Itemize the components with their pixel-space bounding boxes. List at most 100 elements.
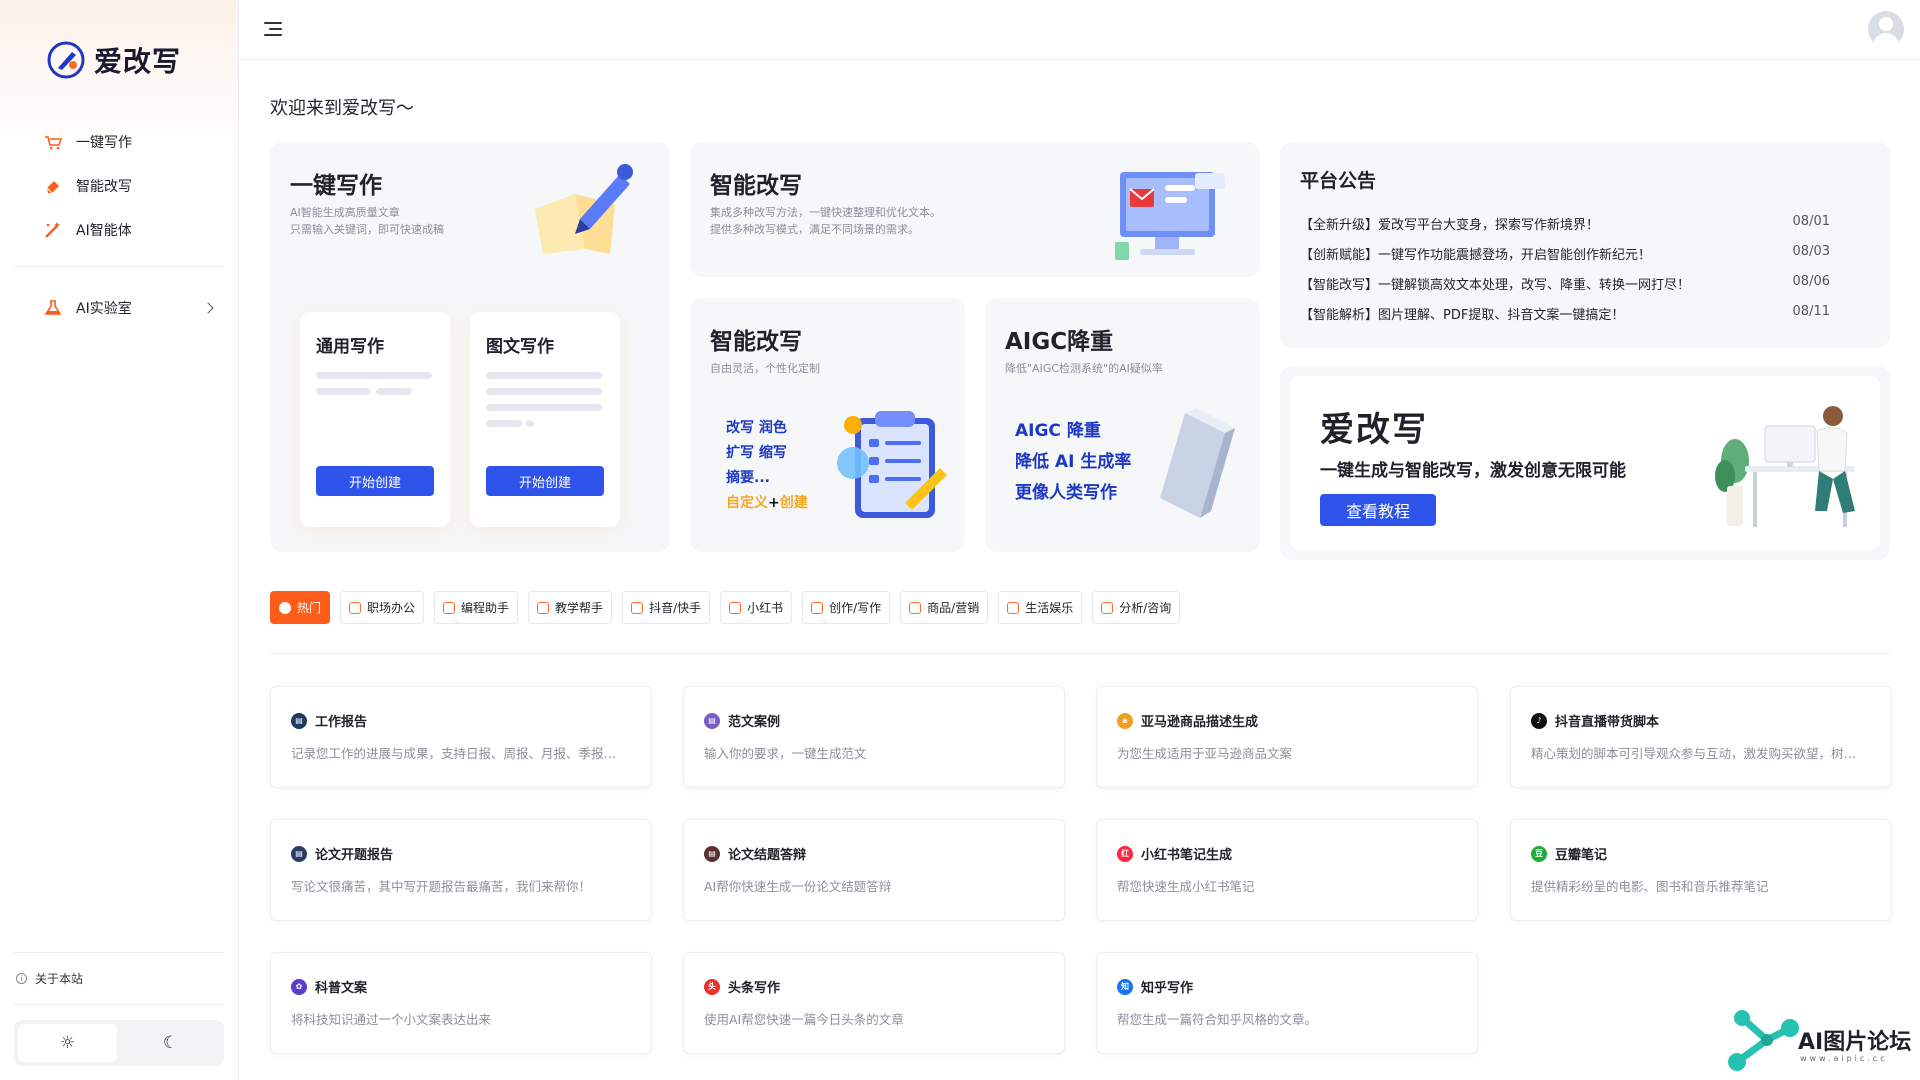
tool-card-header: a 亚马逊商品描述生成 <box>1117 711 1258 730</box>
tool-card[interactable]: ▤ 范文案例 输入你的要求，一键生成范文 <box>683 686 1065 788</box>
tool-title: 论文结题答辩 <box>728 848 807 863</box>
edit-board-icon <box>537 601 550 614</box>
network-logo-icon <box>1728 1010 1799 1071</box>
tool-icon: ▤ <box>704 845 720 862</box>
tool-icon: 头 <box>704 978 720 995</box>
graphic-write-card[interactable]: 图文写作 开始创建 <box>470 312 620 527</box>
tool-desc: 使用AI帮您快速一篇今日头条的文章 <box>704 1012 904 1027</box>
logo-pen-icon <box>47 41 85 79</box>
notice-item[interactable]: 【全新升级】爱改写平台大变身，探索写作新境界！ 08/01 <box>1300 214 1830 233</box>
book-pen-illustration-icon <box>535 164 633 254</box>
sidebar-item-one-click-write[interactable]: 一键写作 <box>14 120 224 164</box>
tool-title: 工作报告 <box>315 715 368 730</box>
tool-desc: 帮您生成一篇符合知乎风格的文章。 <box>1117 1012 1318 1027</box>
card-desc: 集成多种改写方法，一键快速整理和优化文本。 提供多种改写模式，满足不同场景的需求… <box>710 206 941 236</box>
promo-subtitle: 一键生成与智能改写，激发创意无限可能 <box>1320 461 1626 481</box>
smart-rewrite-banner-card[interactable]: 智能改写 集成多种改写方法，一键快速整理和优化文本。 提供多种改写模式，满足不同… <box>690 142 1260 277</box>
tool-card[interactable]: 知知乎写作 帮您生成一篇符合知乎风格的文章。 <box>1096 952 1478 1054</box>
cart-pen-icon <box>45 136 62 150</box>
sidebar-item-ai-lab[interactable]: AI实验室 <box>14 286 224 330</box>
tool-card-header: ♪ 抖音直播带货脚本 <box>1531 711 1659 730</box>
logo[interactable]: 爱改写 <box>46 40 181 80</box>
tool-card-header: ▤ 工作报告 <box>291 711 367 730</box>
sidebar-item-smart-rewrite[interactable]: 智能改写 <box>14 164 224 208</box>
tool-desc: 帮您快速生成小红书笔记 <box>1117 879 1255 894</box>
tool-icon: 豆 <box>1531 845 1547 862</box>
tool-icon: ▤ <box>291 712 307 729</box>
sidebar-item-label: AI智能体 <box>76 223 132 239</box>
tab-xiaohongshu[interactable]: 小红书 <box>720 591 793 624</box>
tool-card[interactable]: a 亚马逊商品描述生成为您生成适用于亚马逊商品文案 <box>1096 686 1478 788</box>
sidebar-item-label: 智能改写 <box>76 179 132 195</box>
tool-card[interactable]: 豆豆瓣笔记 提供精彩纷呈的电影、图书和音乐推荐笔记 <box>1510 819 1892 921</box>
tab-office[interactable]: 职场办公 <box>340 591 425 624</box>
logo-text: 爱改写 <box>94 45 182 78</box>
eraser-icon <box>46 181 59 194</box>
menu-collapse-icon[interactable] <box>264 21 282 37</box>
ticket-icon <box>1007 601 1020 614</box>
notice-item[interactable]: 【智能解析】图片理解、PDF提取、抖音文案一键搞定！ 08/11 <box>1300 304 1830 323</box>
tab-analysis[interactable]: 分析/咨询 <box>1092 591 1181 624</box>
tool-card[interactable]: ✿ 科普文案 将科技知识通过一个小文案表达出来 <box>270 952 652 1054</box>
start-create-button[interactable]: 开始创建 <box>486 466 604 496</box>
sidebar-nav: 一键写作 智能改写 AI智能体 <box>14 120 224 252</box>
tab-douyin[interactable]: 抖音/快手 <box>622 591 711 624</box>
view-tutorial-button[interactable]: 查看教程 <box>1320 494 1436 526</box>
sidebar-item-ai-agent[interactable]: AI智能体 <box>14 208 224 252</box>
card-title: 智能改写 <box>710 173 802 199</box>
chart-icon <box>349 601 362 614</box>
divider <box>14 266 224 267</box>
tool-card-header: ▤ 论文结题答辩 <box>704 844 806 863</box>
top-header <box>240 0 1920 60</box>
tool-title: 豆瓣笔记 <box>1555 848 1608 863</box>
bar-chart-icon <box>1101 601 1114 614</box>
moon-icon: ☾ <box>162 1033 179 1053</box>
xiaohongshu-icon <box>729 601 742 614</box>
about-link[interactable]: i 关于本站 <box>14 966 224 990</box>
magic-wand-icon <box>45 222 60 238</box>
flask-icon <box>44 300 62 315</box>
sidebar-item-label: AI实验室 <box>76 301 132 317</box>
tab-lifestyle[interactable]: 生活娱乐 <box>998 591 1083 624</box>
tool-card[interactable]: ▤ 工作报告 记录您工作的进展与成果，支持日报、周报、月报、季报… <box>270 686 652 788</box>
tool-desc: 精心策划的脚本可引导观众参与互动，激发购买欲望，树… <box>1531 746 1857 761</box>
promo-card: 爱改写 一键生成与智能改写，激发创意无限可能 查看教程 <box>1280 366 1890 560</box>
tool-desc: 为您生成适用于亚马逊商品文案 <box>1117 746 1293 761</box>
tool-card[interactable]: ▤ 论文结题答辩 AI帮你快速生成一份论文结题答辩 <box>683 819 1065 921</box>
theme-switcher: ☼ ☾ <box>14 1020 224 1066</box>
tool-card[interactable]: ♪ 抖音直播带货脚本精心策划的脚本可引导观众参与互动，激发购买欲望，树… <box>1510 686 1892 788</box>
tool-card[interactable]: 头头条写作 使用AI帮您快速一篇今日头条的文章 <box>683 952 1065 1054</box>
about-label: 关于本站 <box>35 971 84 986</box>
page-title: 欢迎来到爱改写～ <box>270 98 414 119</box>
pen-circle-icon <box>811 601 824 614</box>
general-write-card[interactable]: 通用写作 开始创建 <box>300 312 450 527</box>
tool-title: 亚马逊商品描述生成 <box>1141 715 1259 730</box>
promo-title: 爱改写 <box>1320 410 1428 450</box>
tool-card[interactable]: ▤ 论文开题报告 写论文很痛苦，其中写开题报告最痛苦，我们来帮你！ <box>270 819 652 921</box>
tool-title: 知乎写作 <box>1141 981 1194 996</box>
tool-card-header: ▤ 论文开题报告 <box>291 844 393 863</box>
tool-desc: 将科技知识通过一个小文案表达出来 <box>291 1012 492 1027</box>
tab-marketing[interactable]: 商品/营销 <box>900 591 989 624</box>
avatar[interactable] <box>1868 11 1904 47</box>
sidebar: 爱改写 一键写作 智能改写 AI智能体 AI实验室 i 关于本站 ☼ ☾ <box>0 0 239 1080</box>
divider <box>14 952 224 953</box>
watermark-text: AI图片论坛 <box>1798 1030 1912 1055</box>
aigc-reduce-card[interactable]: AIGC降重 降低"AIGC检测系统"的AI疑似率 AIGC 降重 降低 AI … <box>985 298 1260 552</box>
dark-theme-button[interactable]: ☾ <box>121 1024 220 1062</box>
smart-rewrite-card[interactable]: 智能改写 自由灵活，个性化定制 改写 润色 扩写 缩写 摘要... 自定义+创建 <box>690 298 965 552</box>
eraser-block-illustration-icon <box>1160 408 1235 518</box>
tool-title: 范文案例 <box>728 715 781 730</box>
tab-teaching[interactable]: 教学帮手 <box>528 591 613 624</box>
tab-creative[interactable]: 创作/写作 <box>802 591 891 624</box>
light-theme-button[interactable]: ☼ <box>18 1024 117 1062</box>
tab-coding[interactable]: 编程助手 <box>434 591 519 624</box>
one-click-write-card: 一键写作 AI智能生成高质量文章 只需输入关键词，即可快速成稿 通用写作 开始创… <box>270 142 670 552</box>
tool-card[interactable]: 红小红书笔记生成 帮您快速生成小红书笔记 <box>1096 819 1478 921</box>
start-create-button[interactable]: 开始创建 <box>316 466 434 496</box>
notice-item[interactable]: 【创新赋能】一键写作功能震撼登场，开启智能创作新纪元！ 08/03 <box>1300 244 1830 263</box>
fire-icon <box>279 601 291 614</box>
tab-hot[interactable]: 热门 <box>270 591 331 624</box>
tool-title: 论文开题报告 <box>315 848 394 863</box>
notice-item[interactable]: 【智能改写】一键解锁高效文本处理，改写、降重、转换一网打尽！ 08/06 <box>1300 274 1830 293</box>
